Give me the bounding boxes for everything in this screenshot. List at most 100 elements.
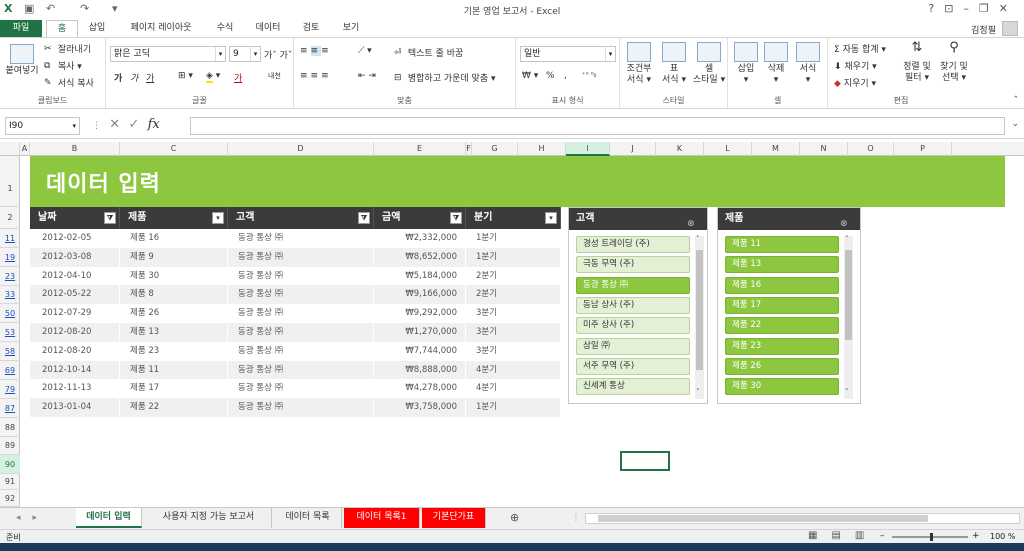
zoom-level[interactable]: 100 % <box>990 532 1015 541</box>
column-header-M[interactable]: M <box>752 142 800 156</box>
clear-filter-icon[interactable]: ⊗ <box>687 213 699 229</box>
column-header-C[interactable]: C <box>120 142 228 156</box>
cell-customer[interactable]: 동광 통상 ㈜ <box>228 285 374 305</box>
cell-customer[interactable]: 동광 통상 ㈜ <box>228 323 374 342</box>
scroll-thumb[interactable] <box>696 250 703 370</box>
tab-file[interactable]: 파일 <box>0 20 42 37</box>
cell-date[interactable]: 2012-03-08 <box>30 247 120 267</box>
select-all-corner[interactable] <box>0 142 20 156</box>
cell-customer[interactable]: 동광 통상 ㈜ <box>228 379 374 399</box>
cell-amount[interactable]: ₩1,270,000 <box>374 323 466 342</box>
column-header-quarter[interactable]: 분기 ▾ <box>466 207 561 229</box>
table-row[interactable]: 2012-07-29 제품 26 동광 통상 ㈜ ₩9,292,000 3분기 <box>30 304 561 323</box>
formula-input[interactable] <box>190 117 1005 135</box>
cell-customer[interactable]: 동광 통상 ㈜ <box>228 341 374 361</box>
add-sheet-icon[interactable]: ⊕ <box>510 511 519 524</box>
format-as-table-button[interactable]: 표 서식 ▾ <box>658 42 690 86</box>
cell-amount[interactable]: ₩4,278,000 <box>374 379 466 399</box>
cell-quarter[interactable]: 3분기 <box>466 304 561 323</box>
grow-font-button[interactable]: 가ˆ 가ˇ <box>264 48 292 61</box>
column-header-date[interactable]: 날짜 ⧩ <box>30 207 120 229</box>
clear-filter-icon[interactable]: ⊗ <box>840 213 852 229</box>
cell-quarter[interactable]: 1분기 <box>466 247 561 267</box>
row-header-87[interactable]: 87 <box>0 399 20 418</box>
cell-date[interactable]: 2013-01-04 <box>30 398 120 417</box>
cell-amount[interactable]: ₩9,292,000 <box>374 304 466 323</box>
merge-center-button[interactable]: ⊟ 병합하고 가운데 맞춤 ▾ <box>394 71 496 84</box>
help-icon[interactable]: ? <box>928 2 944 15</box>
row-header-33[interactable]: 33 <box>0 286 20 304</box>
vertical-align-buttons[interactable]: ≡≡≡ <box>300 46 332 56</box>
slicer-item[interactable]: 제품 23 <box>725 337 839 355</box>
row-header-1[interactable]: 1 <box>0 156 20 207</box>
slicer-item[interactable]: 동남 상사 (주) <box>576 296 690 314</box>
tab-data[interactable]: 데이터 <box>248 20 288 37</box>
cell-date[interactable]: 2012-08-20 <box>30 323 120 342</box>
cell-product[interactable]: 제품 11 <box>120 360 228 380</box>
column-header-E[interactable]: E <box>374 142 466 156</box>
slicer-item[interactable]: 서주 무역 (주) <box>576 357 690 375</box>
italic-button[interactable]: 가 <box>130 71 138 84</box>
cell-amount[interactable]: ₩7,744,000 <box>374 341 466 361</box>
chevron-down-icon[interactable]: ˅ <box>696 388 700 396</box>
slicer-item[interactable]: 제품 11 <box>725 236 839 253</box>
font-name-select[interactable]: 맑은 고딕 ▾ <box>110 46 226 62</box>
cell-amount[interactable]: ₩8,652,000 <box>374 247 466 267</box>
sheet-tab[interactable]: 기본단가표 <box>422 508 486 528</box>
filter-dropdown-icon[interactable]: ⧩ <box>358 212 370 224</box>
row-header-69[interactable]: 69 <box>0 361 20 380</box>
slicer-item[interactable]: 제품 26 <box>725 357 839 375</box>
orientation-button[interactable]: ⟋ ▾ <box>358 46 372 56</box>
indent-buttons[interactable]: ⇤ ⇥ <box>358 71 376 81</box>
row-header-89[interactable]: 89 <box>0 437 20 455</box>
column-header-L[interactable]: L <box>704 142 752 156</box>
paste-button[interactable]: 붙여넣기 <box>4 44 40 77</box>
copy-button[interactable]: ⧉ 복사 ▾ <box>44 59 82 72</box>
cell-product[interactable]: 제품 22 <box>120 398 228 417</box>
cell-amount[interactable]: ₩2,332,000 <box>374 229 466 248</box>
row-header-90[interactable]: 90 <box>0 455 20 474</box>
cell-amount[interactable]: ₩3,758,000 <box>374 398 466 417</box>
table-row[interactable]: 2012-10-14 제품 11 동광 통상 ㈜ ₩8,888,000 4분기 <box>30 360 561 380</box>
cell-quarter[interactable]: 4분기 <box>466 360 561 380</box>
row-header-11[interactable]: 11 <box>0 229 20 248</box>
sheet-tab[interactable]: 데이터 목록1 <box>344 508 420 528</box>
window-controls[interactable]: ?⊡–❐✕ <box>928 2 1018 15</box>
cell-amount[interactable]: ₩9,166,000 <box>374 285 466 305</box>
phonetic-button[interactable]: 내천 <box>268 71 281 81</box>
cell-date[interactable]: 2012-11-13 <box>30 379 120 399</box>
slicer-item[interactable]: 미주 상사 (주) <box>576 317 690 335</box>
chevron-down-icon[interactable]: ˅ <box>845 388 849 396</box>
column-header-N[interactable]: N <box>800 142 848 156</box>
cell-product[interactable]: 제품 16 <box>120 229 228 248</box>
scroll-thumb[interactable] <box>845 250 852 340</box>
find-select-button[interactable]: ⚲ 찾기 및 선택 ▾ <box>936 41 972 84</box>
cell-date[interactable]: 2012-10-14 <box>30 360 120 380</box>
slicer-item[interactable]: 삼일 ㈜ <box>576 337 690 355</box>
tab-page-layout[interactable]: 페이지 레이아웃 <box>118 20 204 37</box>
column-header-O[interactable]: O <box>848 142 894 156</box>
comma-button[interactable]: , <box>564 71 567 81</box>
slicer-item[interactable]: 동광 통상 ㈜ <box>576 276 690 294</box>
slicer-item[interactable]: 신세계 통상 <box>576 378 690 396</box>
tab-review[interactable]: 검토 <box>294 20 328 37</box>
conditional-format-button[interactable]: 조건부 서식 ▾ <box>622 42 656 86</box>
cell-date[interactable]: 2012-07-29 <box>30 304 120 323</box>
table-row[interactable]: 2012-08-20 제품 13 동광 통상 ㈜ ₩1,270,000 3분기 <box>30 323 561 342</box>
cell-customer[interactable]: 동광 통상 ㈜ <box>228 266 374 286</box>
avatar[interactable] <box>1002 21 1018 36</box>
cell-product[interactable]: 제품 30 <box>120 266 228 286</box>
table-row[interactable]: 2012-02-05 제품 16 동광 통상 ㈜ ₩2,332,000 1분기 <box>30 229 561 248</box>
cell-date[interactable]: 2012-04-10 <box>30 266 120 286</box>
table-row[interactable]: 2012-08-20 제품 23 동광 통상 ㈜ ₩7,744,000 3분기 <box>30 341 561 361</box>
clear-button[interactable]: ◆ 지우기 ▾ <box>834 76 876 89</box>
filter-dropdown-icon[interactable]: ▾ <box>212 212 224 224</box>
cell-quarter[interactable]: 1분기 <box>466 398 561 417</box>
sort-filter-button[interactable]: ⇅ 정렬 및 필터 ▾ <box>900 41 934 84</box>
cut-button[interactable]: ✂ 잘라내기 <box>44 42 91 55</box>
number-format-select[interactable]: 일반 ▾ <box>520 46 616 62</box>
scroll-thumb[interactable] <box>598 515 928 522</box>
filter-dropdown-icon[interactable]: ⧩ <box>104 212 116 224</box>
column-header-H[interactable]: H <box>518 142 566 156</box>
cell-quarter[interactable]: 2분기 <box>466 285 561 305</box>
